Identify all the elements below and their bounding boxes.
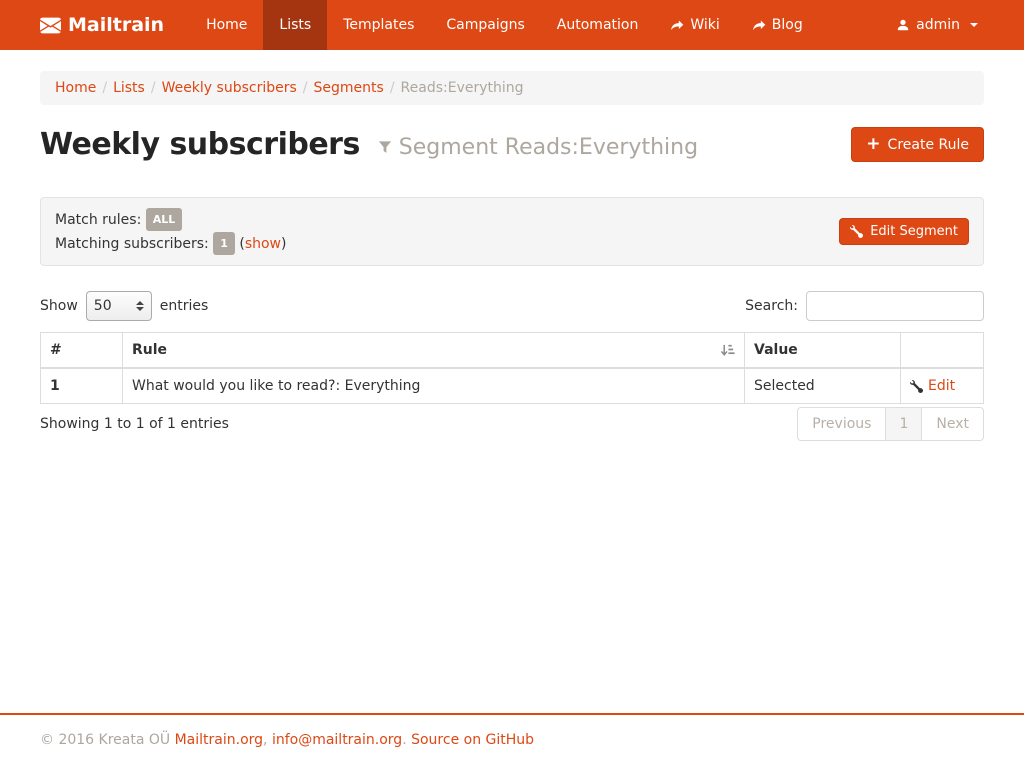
nav-item-blog[interactable]: Blog [736, 0, 819, 50]
pagination-page-1[interactable]: 1 [885, 407, 922, 441]
page-footer: © 2016 Kreata OÜ Mailtrain.org, info@mai… [0, 713, 1024, 768]
nav-item-wiki[interactable]: Wiki [654, 0, 735, 50]
rules-table: # Rule [40, 332, 984, 404]
footer-separator: , [263, 732, 267, 748]
value-cell: Selected [745, 368, 901, 404]
filter-icon [378, 140, 392, 155]
breadcrumb-current: Reads:Everything [401, 80, 524, 96]
nav-item-templates[interactable]: Templates [327, 0, 430, 50]
segment-subtitle-text: Segment Reads:Everything [399, 135, 698, 160]
email-link[interactable]: info@mailtrain.org [272, 732, 402, 748]
pagination: Previous 1 Next [798, 407, 984, 441]
wrench-icon [850, 225, 863, 238]
table-row: 1 What would you like to read?: Everythi… [41, 368, 984, 404]
table-info: Showing 1 to 1 of 1 entries [40, 416, 229, 432]
match-rules-label: Match rules: [55, 212, 141, 228]
table-header-row: # Rule [41, 333, 984, 369]
mailtrain-org-link[interactable]: Mailtrain.org [175, 732, 263, 748]
rule-number-cell: 1 [41, 368, 123, 404]
share-arrow-icon [752, 18, 766, 32]
page-title: Weekly subscribers Segment Reads:Everyth… [40, 127, 698, 162]
user-menu[interactable]: admin [880, 0, 994, 50]
segment-subtitle: Segment Reads:Everything [378, 135, 698, 160]
segment-summary-panel: Match rules: ALL Matching subscribers: 1… [40, 197, 984, 266]
nav-item-home[interactable]: Home [190, 0, 263, 50]
chevron-down-icon [970, 23, 978, 27]
envelope-icon [40, 15, 61, 36]
breadcrumb-separator: / [96, 80, 113, 96]
match-rules-badge: ALL [146, 208, 183, 231]
column-header-rule[interactable]: Rule [123, 333, 745, 369]
nav-item-label: Wiki [690, 17, 719, 33]
breadcrumb-segments[interactable]: Segments [314, 80, 384, 96]
page-header: Weekly subscribers Segment Reads:Everyth… [40, 127, 984, 162]
show-subscribers-link[interactable]: show [245, 236, 281, 252]
top-navbar: Mailtrain Home Lists Templates Campaigns… [0, 0, 1024, 50]
create-rule-button[interactable]: + Create Rule [851, 127, 984, 162]
brand-label: Mailtrain [68, 14, 164, 36]
pagination-next[interactable]: Next [921, 407, 984, 441]
page-title-text: Weekly subscribers [40, 127, 360, 162]
edit-segment-button[interactable]: Edit Segment [839, 218, 969, 245]
breadcrumb-separator: / [384, 80, 401, 96]
select-stepper-icon [136, 301, 144, 311]
matching-count-badge: 1 [213, 232, 235, 255]
user-icon [896, 18, 910, 32]
column-header-rule-label: Rule [132, 342, 167, 358]
nav-item-automation[interactable]: Automation [541, 0, 655, 50]
breadcrumb-lists[interactable]: Lists [113, 80, 145, 96]
matching-subscribers-line: Matching subscribers: 1 (show) [55, 232, 286, 256]
table-footer: Showing 1 to 1 of 1 entries Previous 1 N… [40, 407, 984, 441]
copyright-text: © 2016 Kreata OÜ [40, 732, 170, 748]
search-input[interactable] [806, 291, 984, 321]
edit-segment-label: Edit Segment [870, 224, 958, 239]
breadcrumb-weekly-subscribers[interactable]: Weekly subscribers [162, 80, 297, 96]
edit-rule-link[interactable]: Edit [928, 378, 955, 394]
column-header-value[interactable]: Value [745, 333, 901, 369]
breadcrumb: Home/Lists/Weekly subscribers/Segments/R… [40, 71, 984, 105]
show-entries-control: Show 50 entries [40, 291, 208, 321]
nav-item-label: Blog [772, 17, 803, 33]
user-menu-label: admin [916, 17, 960, 33]
footer-separator: . [402, 732, 406, 748]
entries-label: entries [160, 298, 209, 314]
create-rule-label: Create Rule [888, 137, 969, 153]
source-github-link[interactable]: Source on GitHub [411, 732, 534, 748]
nav-item-campaigns[interactable]: Campaigns [430, 0, 540, 50]
share-arrow-icon [670, 18, 684, 32]
nav-item-lists[interactable]: Lists [263, 0, 327, 50]
actions-cell: Edit [901, 368, 984, 404]
show-label: Show [40, 298, 78, 314]
brand-mailtrain[interactable]: Mailtrain [40, 0, 164, 50]
plus-icon: + [866, 136, 880, 153]
entries-select[interactable]: 50 [86, 291, 152, 321]
search-label: Search: [745, 298, 798, 314]
paren-close: ) [281, 236, 286, 252]
entries-select-value: 50 [94, 298, 112, 314]
match-rules-line: Match rules: ALL [55, 208, 286, 232]
breadcrumb-separator: / [145, 80, 162, 96]
sort-ascending-icon [720, 343, 735, 358]
rule-cell: What would you like to read?: Everything [123, 368, 745, 404]
column-header-number[interactable]: # [41, 333, 123, 369]
pagination-previous[interactable]: Previous [797, 407, 886, 441]
search-control: Search: [745, 291, 984, 321]
table-controls: Show 50 entries Search: [40, 291, 984, 321]
matching-subscribers-label: Matching subscribers: [55, 236, 209, 252]
wrench-icon [910, 380, 923, 393]
column-header-actions [901, 333, 984, 369]
breadcrumb-home[interactable]: Home [55, 80, 96, 96]
breadcrumb-separator: / [297, 80, 314, 96]
